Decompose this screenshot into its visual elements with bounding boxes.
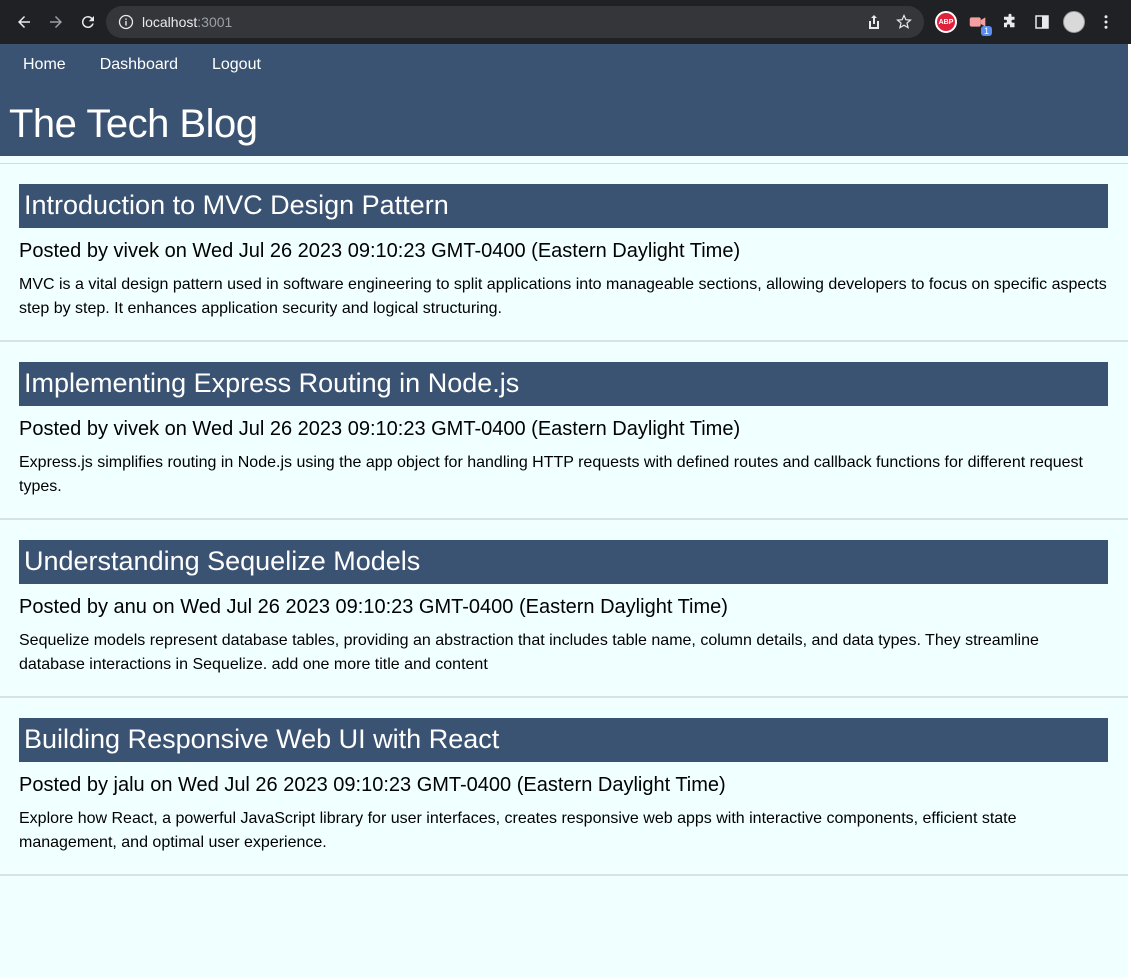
post-body: Sequelize models represent database tabl… [19,632,1039,673]
site-header: Home Dashboard Logout The Tech Blog [0,44,1131,156]
forward-button[interactable] [40,6,72,38]
post-card: Introduction to MVC Design Pattern Poste… [0,164,1131,342]
side-panel-button[interactable] [1030,10,1054,34]
url-port: :3001 [197,14,233,30]
recorder-extension-button[interactable]: 1 [966,10,992,36]
arrow-right-icon [50,16,62,28]
post-meta: Posted by vivek on Wed Jul 26 2023 09:10… [19,418,741,440]
reload-icon [81,16,94,29]
avatar [1063,11,1085,33]
nav-dashboard-link[interactable]: Dashboard [100,56,178,88]
extension-badge: 1 [980,26,992,36]
post-title[interactable]: Introduction to MVC Design Pattern [19,184,1108,228]
extensions-menu-button[interactable] [998,10,1022,34]
header-divider [0,156,1131,164]
bookmark-star-icon[interactable] [896,14,912,30]
post-title[interactable]: Understanding Sequelize Models [19,540,1108,584]
site-title: The Tech Blog [9,102,258,146]
nav-home-link[interactable]: Home [23,56,66,88]
post-meta: Posted by anu on Wed Jul 26 2023 09:10:2… [19,596,728,618]
extensions-area: ABP 1 [934,6,1118,38]
post-title[interactable]: Building Responsive Web UI with React [19,718,1108,762]
post-card: Implementing Express Routing in Node.js … [0,342,1131,520]
adblock-extension-button[interactable]: ABP [934,10,958,34]
post-meta: Posted by jalu on Wed Jul 26 2023 09:10:… [19,774,726,796]
browser-toolbar: localhost:3001 ABP 1 [0,0,1131,44]
address-bar[interactable]: localhost:3001 [106,6,924,38]
side-panel-icon [1035,15,1049,29]
profile-button[interactable] [1062,10,1086,34]
post-meta: Posted by vivek on Wed Jul 26 2023 09:10… [19,240,741,262]
post-list: Introduction to MVC Design Pattern Poste… [0,164,1131,876]
post-card: Building Responsive Web UI with React Po… [0,698,1131,876]
post-card: Understanding Sequelize Models Posted by… [0,520,1131,698]
browser-menu-button[interactable] [1094,10,1118,34]
more-vert-icon [1104,15,1108,29]
post-body: MVC is a vital design pattern used in so… [19,276,1107,317]
info-icon[interactable] [118,14,134,30]
reload-button[interactable] [72,6,104,38]
nav-logout-link[interactable]: Logout [212,56,261,88]
post-body: Express.js simplifies routing in Node.js… [19,454,1083,495]
url-host: localhost [142,14,198,30]
puzzle-icon [1004,13,1015,28]
post-title[interactable]: Implementing Express Routing in Node.js [19,362,1108,406]
post-body: Explore how React, a powerful JavaScript… [19,810,1017,851]
arrow-left-icon [18,16,30,28]
back-button[interactable] [8,6,40,38]
abp-icon: ABP [935,11,957,33]
share-icon[interactable] [866,14,882,30]
site-nav: Home Dashboard Logout [0,44,1131,88]
